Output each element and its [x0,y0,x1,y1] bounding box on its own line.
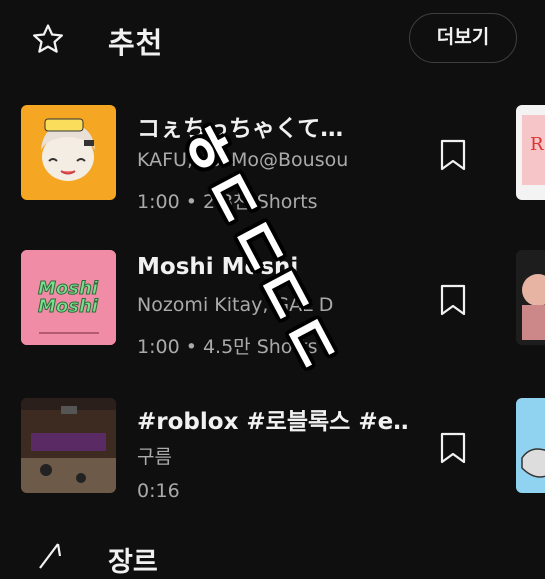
svg-text:R: R [530,134,544,155]
item-title[interactable]: #roblox #로블록스 #e… [137,402,407,436]
thumbnail[interactable]: Moshi Moshi [21,250,116,345]
bookmark-icon[interactable] [440,284,466,316]
section-title: 추천 [108,26,164,60]
genre-icon [39,543,62,569]
next-column-thumbnail[interactable]: R [516,105,545,200]
next-column-thumbnail[interactable] [516,250,545,345]
item-artist: 구름 [137,446,172,468]
bookmark-icon[interactable] [440,432,466,464]
more-button[interactable]: 더보기 [409,13,517,63]
list-item[interactable]: #roblox #로블록스 #e… 구름 0:16 [0,398,545,508]
bookmark-icon[interactable] [440,139,466,171]
next-column-thumbnail[interactable] [516,398,545,493]
section-header: 추천 더보기 [0,0,545,80]
svg-text:Moshi: Moshi [38,296,99,317]
thumbnail[interactable] [21,105,116,200]
item-meta: 0:16 [137,480,180,502]
star-icon[interactable] [31,22,65,56]
thumbnail[interactable] [21,398,116,493]
